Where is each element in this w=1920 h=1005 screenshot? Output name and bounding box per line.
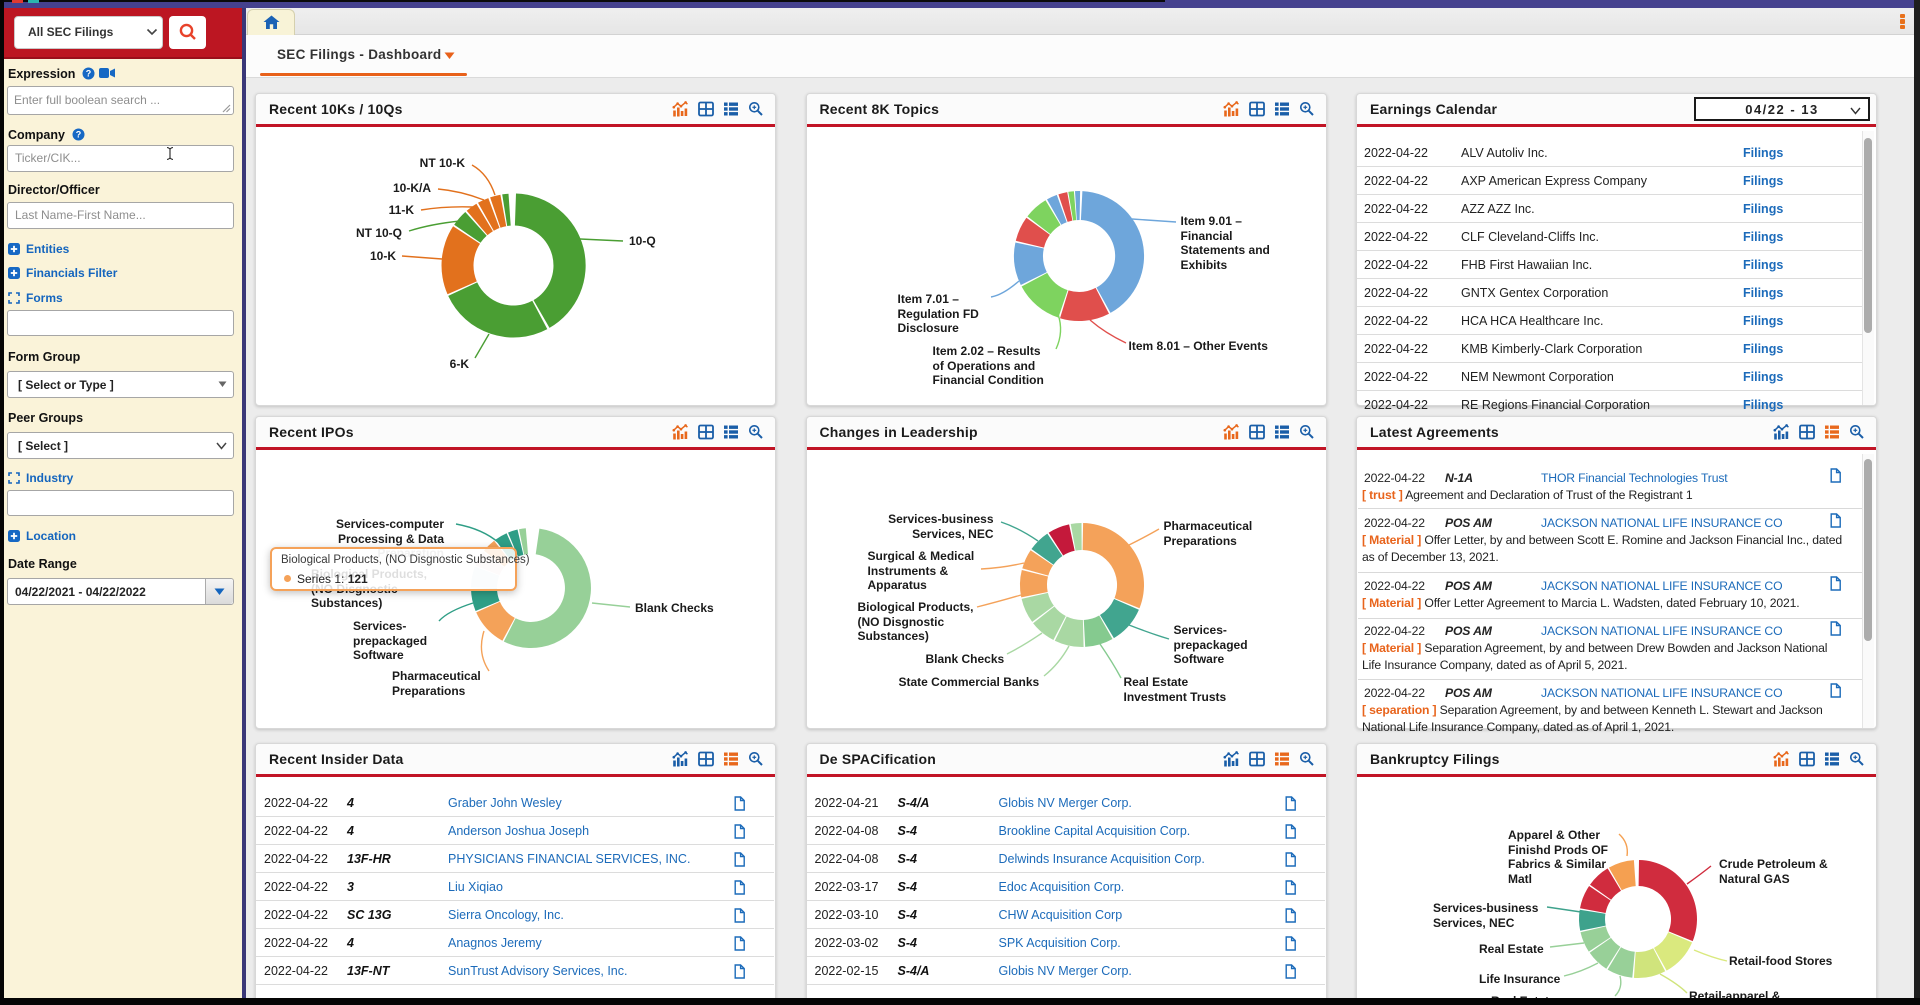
svg-text:?: ? [76,129,82,139]
svg-text:?: ? [86,68,92,78]
